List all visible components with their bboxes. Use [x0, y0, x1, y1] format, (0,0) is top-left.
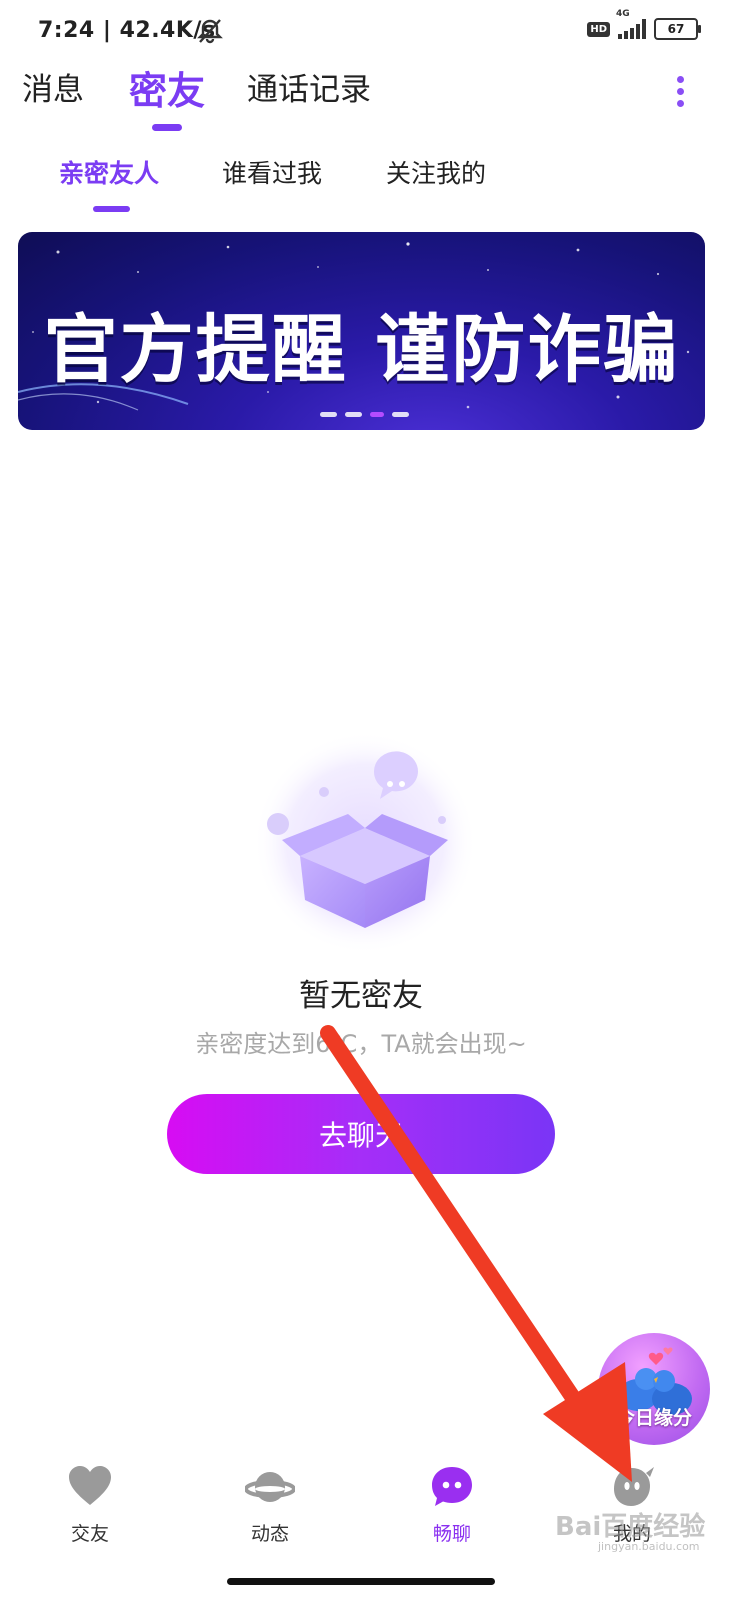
- empty-state-description: 亲密度达到6℃，TA就会出现~: [195, 1030, 527, 1058]
- nav-label: 交友: [70, 1523, 109, 1545]
- subtab-intimate-friends[interactable]: 亲密友人: [59, 154, 159, 190]
- active-subtab-indicator: [93, 206, 130, 212]
- tab-call-history[interactable]: 通话记录: [247, 64, 371, 109]
- active-tab-indicator: [152, 124, 182, 131]
- battery-icon: 67: [654, 18, 701, 40]
- signal-icon: 4G: [616, 9, 646, 39]
- network-type: 4G: [616, 9, 630, 19]
- more-options-icon[interactable]: [676, 76, 686, 110]
- heart-icon: [69, 1466, 111, 1505]
- nav-label: 动态: [250, 1523, 289, 1545]
- nav-item-moments[interactable]: 动态: [210, 1455, 330, 1546]
- planet-icon: [245, 1472, 295, 1502]
- empty-box-illustration: [253, 731, 477, 955]
- banner-pagination: [320, 412, 409, 417]
- banner-headline: 官方提醒 谨防诈骗: [43, 307, 680, 393]
- promo-banner[interactable]: 官方提醒 谨防诈骗: [18, 232, 705, 430]
- banner-dot: [392, 412, 409, 417]
- daily-match-label: 今日缘分: [616, 1407, 693, 1429]
- tab-close-friends[interactable]: 密友: [129, 60, 205, 115]
- tab-messages[interactable]: 消息: [22, 64, 84, 109]
- nav-item-friends[interactable]: 交友: [30, 1455, 150, 1546]
- subtab-who-viewed-me[interactable]: 谁看过我: [222, 154, 322, 190]
- battery-level: 67: [667, 22, 685, 36]
- go-chat-button[interactable]: 去聊天: [167, 1094, 555, 1174]
- watermark-url: jingyan.baidu.com: [598, 1540, 700, 1553]
- chat-bubble-icon: [432, 1467, 472, 1506]
- empty-state-title: 暂无密友: [299, 978, 423, 1014]
- daily-match-badge[interactable]: 今日缘分: [598, 1333, 710, 1445]
- status-bar: 7:24 | 42.4K/s HD 4G 67: [0, 0, 738, 62]
- nav-item-chat[interactable]: 畅聊: [392, 1455, 512, 1546]
- mute-icon: [197, 19, 223, 44]
- banner-dot: [345, 412, 362, 417]
- banner-dot: [320, 412, 337, 417]
- banner-dot-active: [370, 412, 384, 417]
- hd-badge: HD: [587, 21, 610, 37]
- ghost-profile-icon: [614, 1467, 654, 1506]
- home-indicator: [227, 1578, 495, 1585]
- nav-label: 畅聊: [432, 1523, 471, 1545]
- watermark: Bai百度经验: [555, 1512, 706, 1542]
- subtab-followers[interactable]: 关注我的: [386, 154, 486, 190]
- status-time: 7:24 | 42.4K/s: [38, 18, 216, 43]
